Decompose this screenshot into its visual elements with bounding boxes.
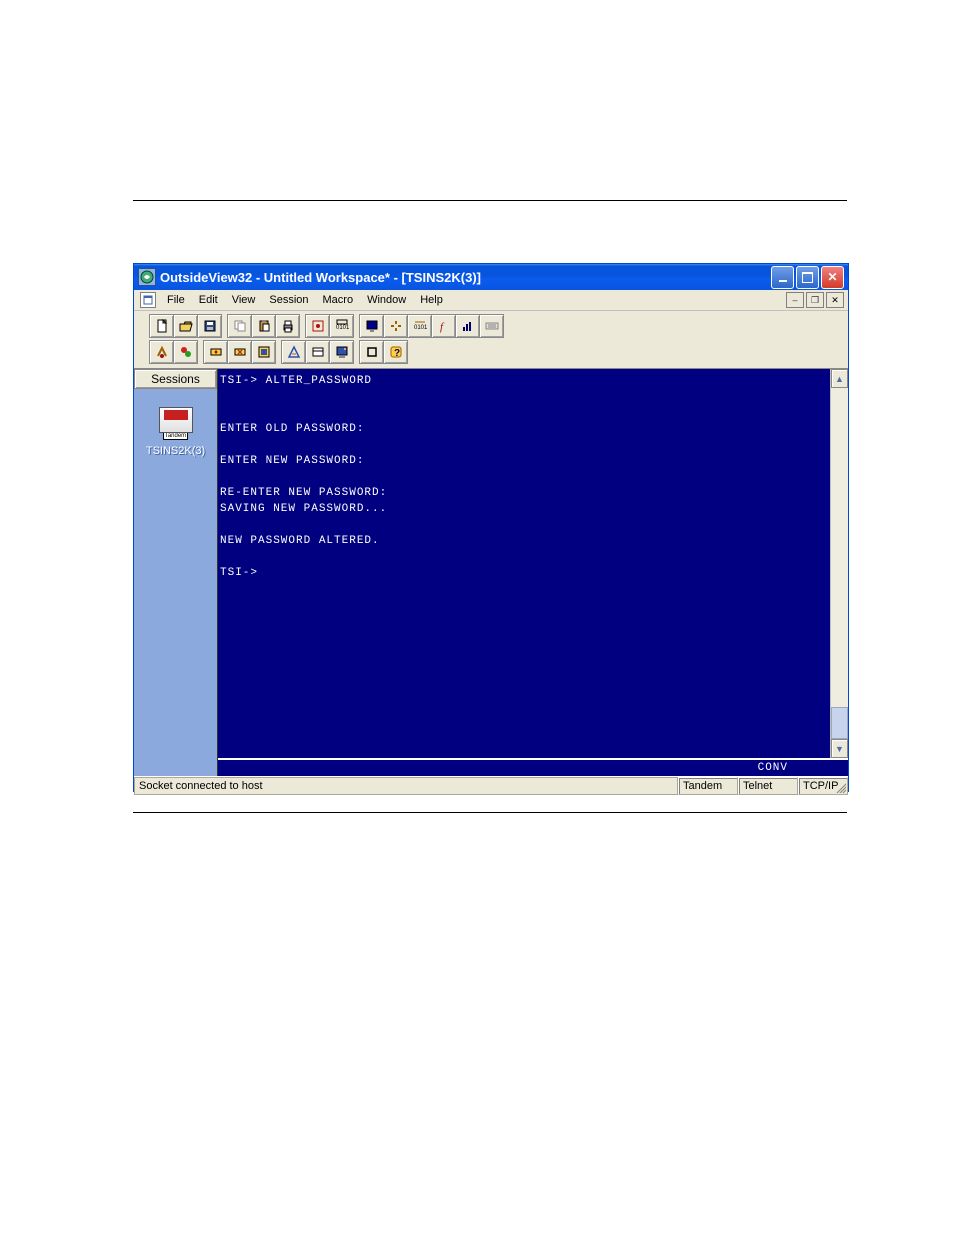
status-protocol: Telnet: [738, 777, 798, 795]
svg-text:f: f: [440, 321, 445, 333]
resize-grip-icon[interactable]: [834, 781, 846, 793]
status-transport: TCP/IP: [798, 777, 848, 795]
save-icon[interactable]: [197, 314, 222, 338]
status-emulation: Tandem: [678, 777, 738, 795]
mdi-icon[interactable]: [140, 292, 156, 308]
app-window: OutsideView32 - Untitled Workspace* - [T…: [133, 263, 849, 792]
page-rule-bottom: [133, 812, 847, 813]
maximize-button[interactable]: [796, 266, 819, 289]
window-title: OutsideView32 - Untitled Workspace* - [T…: [160, 270, 771, 285]
session-label: TSINS2K(3): [146, 445, 205, 457]
vertical-scrollbar[interactable]: ▲ ▼: [830, 369, 848, 758]
menu-help[interactable]: Help: [413, 292, 450, 308]
scroll-down-icon[interactable]: ▼: [831, 739, 848, 758]
new-icon[interactable]: [149, 314, 174, 338]
client-area: Sessions Tandem TSINS2K(3) TSI-> ALTER_P…: [134, 369, 848, 776]
app-icon: [138, 268, 156, 286]
menubar: File Edit View Session Macro Window Help…: [134, 290, 848, 311]
scroll-thumb[interactable]: [831, 707, 848, 739]
tool2-icon-8[interactable]: [329, 340, 354, 364]
svg-text:0101: 0101: [414, 325, 427, 331]
tool2-icon-6[interactable]: [281, 340, 306, 364]
menu-file[interactable]: File: [160, 292, 192, 308]
toolbar-area: 0101 0101 f: [134, 311, 848, 369]
statusbar: Socket connected to host Tandem Telnet T…: [134, 776, 848, 795]
terminal-wrap: TSI-> ALTER_PASSWORD ENTER OLD PASSWORD:…: [217, 369, 848, 776]
open-icon[interactable]: [173, 314, 198, 338]
tool-icon-4[interactable]: 0101: [407, 314, 432, 338]
tool-icon-1[interactable]: [305, 314, 330, 338]
menu-session[interactable]: Session: [262, 292, 315, 308]
tool2-icon-7[interactable]: [305, 340, 330, 364]
toolbar-row-2: ?: [138, 340, 844, 364]
mdi-restore-button[interactable]: ❐: [806, 292, 824, 308]
terminal-mode-bar: CONV: [218, 758, 848, 776]
help-icon[interactable]: ?: [383, 340, 408, 364]
tool2-icon-1[interactable]: [149, 340, 174, 364]
titlebar[interactable]: OutsideView32 - Untitled Workspace* - [T…: [134, 264, 848, 290]
terminal-output[interactable]: TSI-> ALTER_PASSWORD ENTER OLD PASSWORD:…: [218, 369, 830, 758]
keyboard-icon[interactable]: [479, 314, 504, 338]
tool-icon-2[interactable]: 0101: [329, 314, 354, 338]
menu-macro[interactable]: Macro: [316, 292, 361, 308]
menu-edit[interactable]: Edit: [192, 292, 225, 308]
tool2-icon-5[interactable]: [251, 340, 276, 364]
sessions-panel: Sessions Tandem TSINS2K(3): [134, 369, 217, 776]
status-message: Socket connected to host: [134, 777, 678, 795]
scroll-track[interactable]: [831, 388, 848, 739]
session-item[interactable]: Tandem: [157, 407, 195, 443]
mdi-close-button[interactable]: ✕: [826, 292, 844, 308]
function-icon[interactable]: f: [431, 314, 456, 338]
tool2-icon-3[interactable]: [203, 340, 228, 364]
print-icon[interactable]: [275, 314, 300, 338]
paste-icon[interactable]: [251, 314, 276, 338]
scroll-up-icon[interactable]: ▲: [831, 369, 848, 388]
tool2-icon-2[interactable]: [173, 340, 198, 364]
chart-icon[interactable]: [455, 314, 480, 338]
page-rule-top: [133, 200, 847, 201]
menu-view[interactable]: View: [225, 292, 263, 308]
copy-icon[interactable]: [227, 314, 252, 338]
monitor-icon[interactable]: [359, 314, 384, 338]
menu-window[interactable]: Window: [360, 292, 413, 308]
tool2-icon-4[interactable]: [227, 340, 252, 364]
toolbar-row-1: 0101 0101 f: [138, 314, 844, 338]
tool-icon-3[interactable]: [383, 314, 408, 338]
terminal-icon: [159, 407, 193, 433]
mdi-minimize-button[interactable]: –: [786, 292, 804, 308]
minimize-button[interactable]: [771, 266, 794, 289]
sessions-header[interactable]: Sessions: [134, 369, 217, 389]
terminal-mode: CONV: [758, 762, 788, 774]
svg-text:?: ?: [394, 348, 400, 359]
session-brand-label: Tandem: [163, 432, 188, 440]
svg-text:0101: 0101: [336, 325, 349, 331]
tool2-icon-9[interactable]: [359, 340, 384, 364]
close-button[interactable]: ✕: [821, 266, 844, 289]
